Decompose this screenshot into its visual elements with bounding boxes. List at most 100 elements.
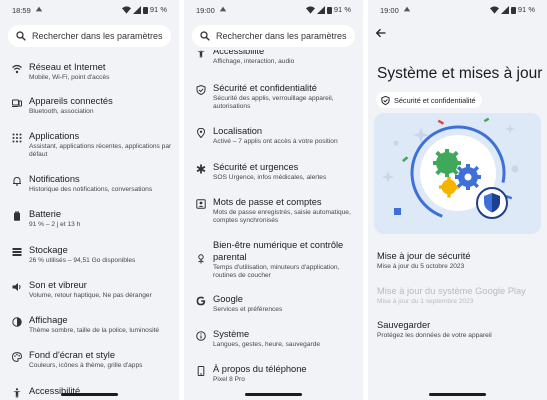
item-subtitle: Thème sombre, taille de la police, lumin… <box>29 327 160 334</box>
item-subtitle: Assistant, applications récentes, applic… <box>29 143 172 159</box>
search-icon <box>16 31 26 41</box>
item-subtitle: Bluetooth, association <box>29 108 94 115</box>
battery-status-icon <box>326 6 332 14</box>
system-updates-panel: 19:00 91 % Système et mises à jour Sécur… <box>368 0 547 400</box>
system-icons: 91 % <box>305 5 351 14</box>
item-subtitle: Sécurité des applis, verrouillage appare… <box>213 95 334 111</box>
page-title: Système et mises à jour <box>377 65 543 82</box>
item-title: Son et vibreur <box>29 280 87 290</box>
navigation-handle[interactable] <box>429 393 486 396</box>
item-subtitle: Mots de passe enregistrés, saisie automa… <box>213 209 351 225</box>
battery-status-icon <box>510 6 516 14</box>
item-title: Mots de passe et comptes <box>213 197 322 207</box>
search-bar[interactable]: Rechercher dans les paramètres <box>8 25 171 47</box>
search-icon <box>200 31 210 41</box>
status-time: 19:00 <box>196 6 215 15</box>
status-bar: 19:00 91 % <box>368 0 547 20</box>
bell-icon <box>12 176 22 186</box>
item-title: Localisation <box>213 126 263 136</box>
notification-icon <box>403 6 411 12</box>
item-title: Système <box>213 329 250 339</box>
item-title: Mise à jour du système Google Play <box>377 286 526 296</box>
item-subtitle: Affichage, interaction, audio <box>213 58 295 65</box>
search-label: Rechercher dans les paramètres <box>216 31 347 41</box>
item-subtitle: Langues, gestes, heure, sauvegarde <box>213 341 321 348</box>
item-title: Sauvegarder <box>377 320 431 330</box>
battery-percent: 91 % <box>149 5 167 14</box>
item-title: Sécurité et confidentialité <box>213 83 317 93</box>
accessibility-icon <box>12 388 22 398</box>
item-subtitle: Volume, retour haptique, Ne pas déranger <box>29 292 152 299</box>
item-subtitle: Couleurs, icônes à thème, grille d'apps <box>29 362 143 369</box>
info-icon <box>196 331 206 341</box>
item-title: Réseau et Internet <box>29 62 106 72</box>
settings-list: Réseau et Internet Mobile, Wi‑Fi, point … <box>0 50 179 400</box>
settings-list: Accessibilité Affichage, interaction, au… <box>184 46 363 400</box>
item-title: Stockage <box>29 245 68 255</box>
key-icon <box>196 199 206 209</box>
item-subtitle: Services et préférences <box>213 306 283 313</box>
item-subtitle: Mise à jour du 5 octobre 2023 <box>377 263 465 270</box>
settings-panel-scrolled: 19:00 91 % Rechercher dans les paramètre… <box>184 0 363 400</box>
wifi-status-icon <box>305 5 315 14</box>
settings-item-accessibility[interactable]: Accessibilité Affichage, interaction, au… <box>184 46 363 68</box>
battery-icon <box>12 211 22 221</box>
security-update-item[interactable]: Mise à jour de sécurité Mise à jour du 5… <box>377 250 541 271</box>
emergency-icon <box>196 164 206 174</box>
navigation-handle[interactable] <box>245 393 302 396</box>
item-subtitle: Activé – 7 applis ont accès à votre posi… <box>213 138 338 145</box>
item-title: Google <box>213 294 243 304</box>
item-subtitle: Mobile, Wi‑Fi, point d'accès <box>29 74 110 81</box>
item-subtitle: 26 % utilisés – 94,51 Go disponibles <box>29 257 136 264</box>
google-icon <box>196 296 206 306</box>
backup-item[interactable]: Sauvegarder Protégez les données de votr… <box>377 319 541 340</box>
palette-icon <box>12 352 22 362</box>
devices-icon <box>12 98 22 108</box>
signal-icon <box>316 5 325 14</box>
chip-label: Sécurité et confidentialité <box>394 95 476 105</box>
back-arrow-icon[interactable] <box>375 27 387 39</box>
brightness-icon <box>12 317 22 327</box>
status-time: 18:59 <box>12 6 31 15</box>
battery-status-icon <box>142 6 148 14</box>
wellbeing-icon <box>196 254 206 264</box>
item-subtitle: Temps d'utilisation, minuteurs d'applica… <box>213 264 340 280</box>
wifi-icon <box>12 64 22 74</box>
item-title: Applications <box>29 131 80 141</box>
volume-icon <box>12 282 22 292</box>
item-title: À propos du téléphone <box>213 364 307 374</box>
system-icons: 91 % <box>121 5 167 14</box>
item-subtitle: 91 % – 2 j et 13 h <box>29 221 81 228</box>
wifi-status-icon <box>489 5 499 14</box>
item-title: Batterie <box>29 209 62 219</box>
status-bar: 18:59 91 % <box>0 0 179 20</box>
status-bar: 19:00 91 % <box>184 0 363 20</box>
system-update-illustration <box>374 113 541 234</box>
item-title: Bien‑être numérique et contrôle parental <box>213 240 344 262</box>
item-title: Fond d'écran et style <box>29 350 116 360</box>
location-pin-icon <box>196 128 206 138</box>
battery-percent: 91 % <box>333 5 351 14</box>
system-icons: 91 % <box>489 5 535 14</box>
settings-panel-main: 18:59 91 % Rechercher dans les paramètre… <box>0 0 179 400</box>
notification-icon <box>219 6 227 12</box>
navigation-handle[interactable] <box>61 393 118 396</box>
item-subtitle: Protégez les données de votre appareil <box>377 332 492 339</box>
item-title: Accessibilité <box>213 46 265 56</box>
search-bar[interactable]: Rechercher dans les paramètres <box>192 25 355 47</box>
item-subtitle: SOS Urgence, infos médicales, alertes <box>213 174 327 181</box>
signal-icon <box>500 5 509 14</box>
battery-percent: 91 % <box>517 5 535 14</box>
google-play-system-update-item[interactable]: Mise à jour du système Google Play Mise … <box>377 285 541 306</box>
shield-icon <box>381 95 390 105</box>
item-title: Mise à jour de sécurité <box>377 251 471 261</box>
item-title: Appareils connectés <box>29 96 113 106</box>
item-subtitle: Pixel 8 Pro <box>213 376 245 383</box>
wifi-status-icon <box>121 5 131 14</box>
phone-icon <box>196 366 206 376</box>
security-privacy-chip[interactable]: Sécurité et confidentialité <box>376 92 482 108</box>
notification-icon <box>35 6 43 12</box>
item-title: Sécurité et urgences <box>213 162 299 172</box>
signal-icon <box>132 5 141 14</box>
item-subtitle: Mise à jour du 1 septembre 2023 <box>377 298 474 305</box>
